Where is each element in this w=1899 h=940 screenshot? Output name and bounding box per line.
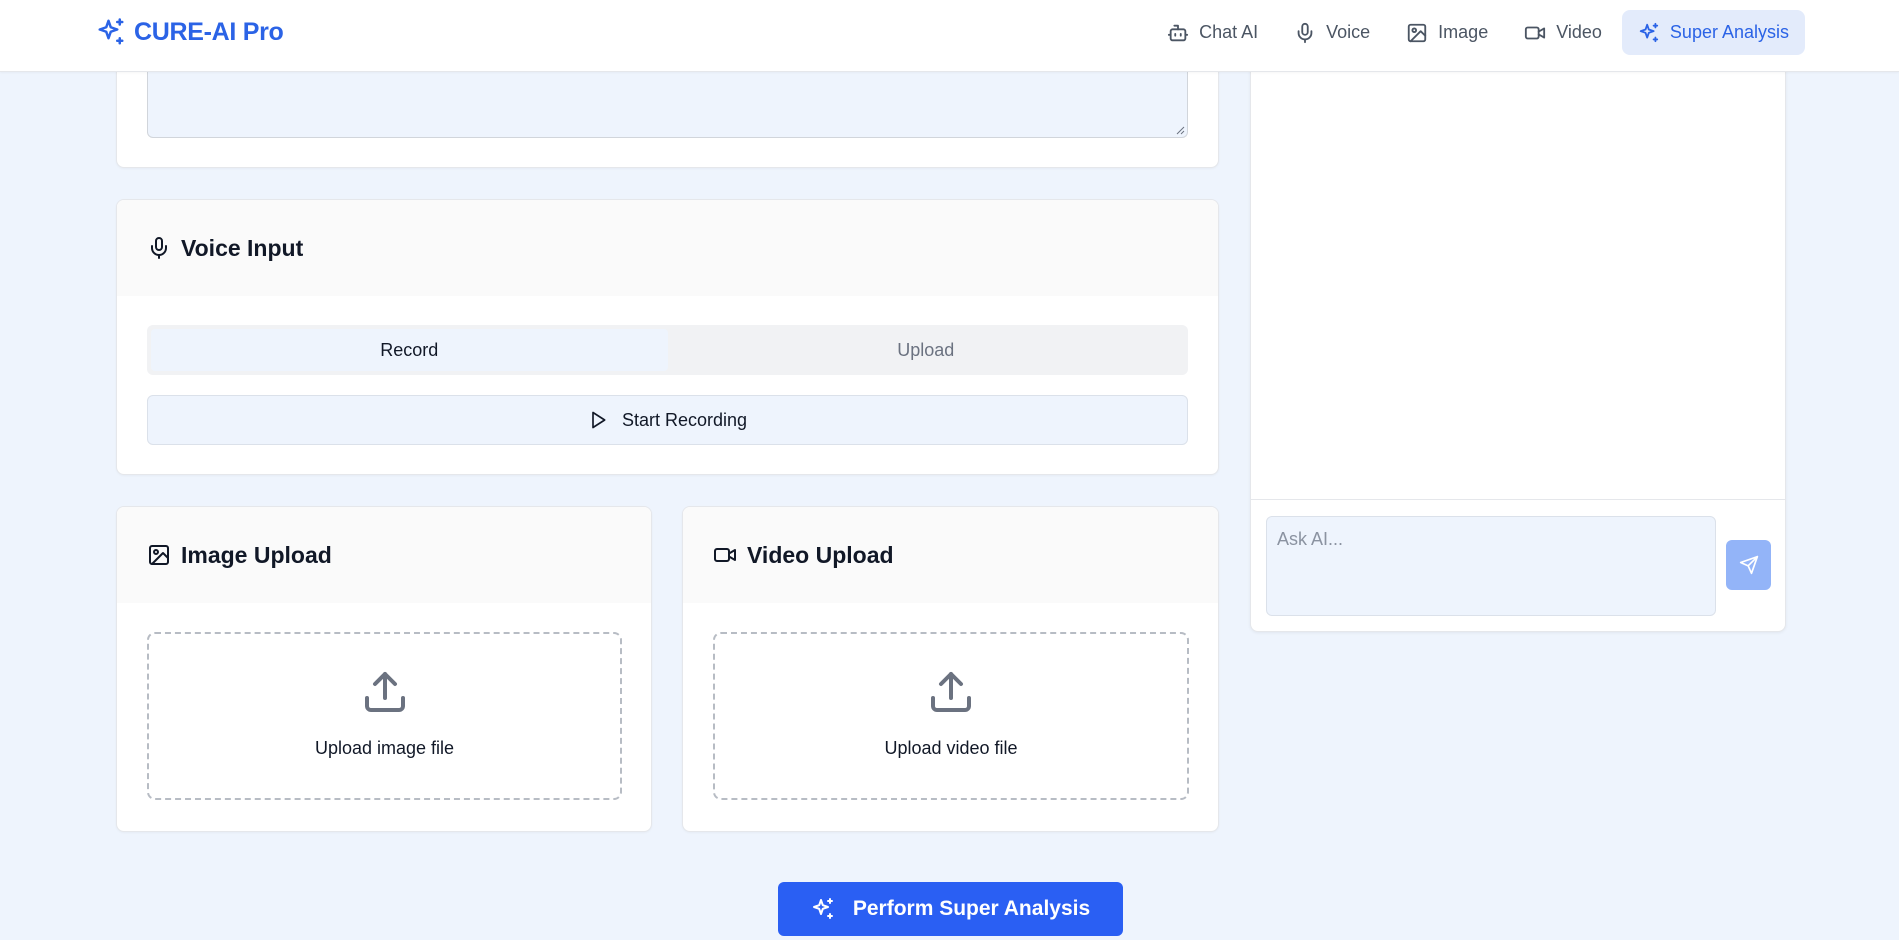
upload-icon [931,671,971,712]
card-header: Image Upload [117,507,651,603]
sparkles-icon [812,898,833,919]
tab-record[interactable]: Record [151,329,668,371]
nav-voice[interactable]: Voice [1278,10,1386,55]
perform-super-analysis-button[interactable]: Perform Super Analysis [778,882,1123,936]
button-label: Start Recording [621,409,748,430]
resize-handle-icon[interactable] [1175,125,1185,135]
send-icon [1739,555,1758,575]
nav-label: Chat AI [1199,22,1259,42]
card-header: Voice Input [117,200,1218,296]
dropzone-label: Upload video file [884,737,1018,758]
image-upload-card: Image Upload Upload image file [116,506,652,832]
mic-icon [151,237,167,259]
nav-label: Image [1438,22,1489,42]
sparkles-icon [98,18,124,45]
sparkles-icon [1639,22,1659,42]
card-title: Video Upload [747,541,894,568]
start-recording-button[interactable]: Start Recording [147,395,1188,445]
video-icon [714,548,736,562]
card-header: Video Upload [683,507,1218,603]
card-title: Image Upload [181,541,332,568]
upload-icon [364,671,405,712]
tab-upload[interactable]: Upload [668,329,1185,371]
nav-super-analysis[interactable]: Super Analysis [1621,10,1805,55]
brand-name: CURE-AI Pro [134,17,284,46]
mic-icon [1297,22,1313,43]
brand-logo[interactable]: CURE-AI Pro [96,16,284,48]
divider [1251,499,1785,500]
nav-video[interactable]: Video [1508,10,1618,55]
voice-input-card: Voice Input Record Upload Start Recordin… [116,199,1219,475]
image-icon [1408,23,1427,42]
image-dropzone[interactable]: Upload image file [147,632,622,800]
main-nav: Chat AI Voice Image Video Super Analysis [1151,10,1805,55]
nav-label: Voice [1326,22,1371,42]
nav-image[interactable]: Image [1390,10,1504,55]
dropzone-label: Upload image file [314,737,455,758]
chat-panel [1250,20,1786,632]
ask-ai-input[interactable] [1266,516,1716,616]
nav-chat-ai[interactable]: Chat AI [1151,10,1274,55]
bot-icon [1167,24,1189,41]
card-title: Voice Input [181,234,304,261]
top-navbar: CURE-AI Pro Chat AI Voice Image Video Su… [0,0,1899,72]
nav-label: Video [1556,22,1602,42]
video-icon [1525,26,1546,39]
button-label: Perform Super Analysis [852,897,1091,920]
voice-mode-tabs: Record Upload [147,325,1188,375]
image-icon [149,545,169,565]
send-button[interactable] [1726,540,1771,590]
video-dropzone[interactable]: Upload video file [713,632,1189,800]
video-upload-card: Video Upload Upload video file [682,506,1219,832]
nav-label: Super Analysis [1669,22,1789,42]
play-icon [592,411,606,429]
